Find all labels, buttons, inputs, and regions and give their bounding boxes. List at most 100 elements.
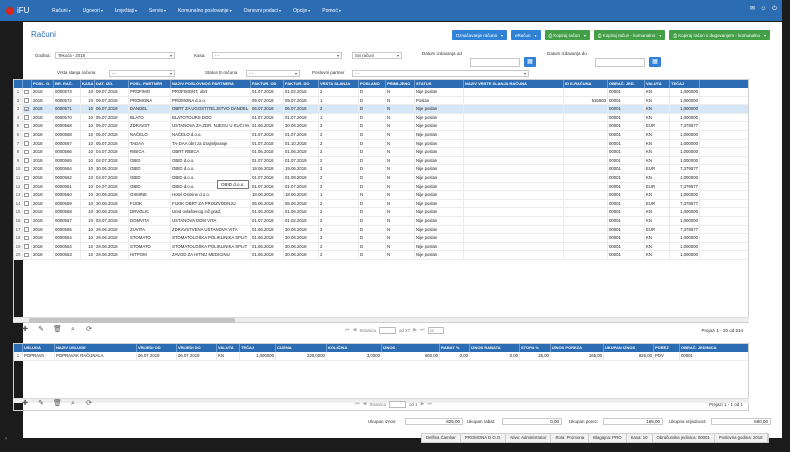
row-checkbox[interactable]: [23, 208, 32, 216]
delete-icon[interactable]: 🗑: [53, 326, 62, 334]
invoices-grid-hscroll[interactable]: [13, 317, 749, 323]
column-header[interactable]: VRIJEDI DO: [177, 344, 217, 352]
row-checkbox[interactable]: [23, 156, 32, 165]
column-header[interactable]: VALUTA: [645, 80, 670, 88]
column-header[interactable]: PRIMLJENO: [386, 80, 415, 88]
page-number-input[interactable]: [388, 400, 406, 408]
table-row[interactable]: 19 2018 0000554 10 29.06.2018 STOMATO STOMATOL…: [14, 242, 748, 252]
table-row[interactable]: 8 2018 0000566 10 04.07.2018 RIBICA OBRT RIBIC…: [14, 148, 748, 157]
column-header[interactable]: KOLIČINA: [327, 344, 382, 352]
first-page-icon[interactable]: ⏮: [355, 401, 360, 407]
delete-icon[interactable]: 🗑: [53, 400, 62, 408]
first-page-icon[interactable]: ⏮: [345, 327, 350, 333]
row-checkbox[interactable]: ✔: [23, 105, 32, 113]
column-header[interactable]: VALUTA: [217, 344, 240, 352]
column-header[interactable]: NAZIV POSLOVNOG PARTNERA: [171, 80, 251, 88]
column-header[interactable]: POSL. G.: [32, 80, 54, 88]
einvoice-status-select[interactable]: - -: [246, 70, 300, 77]
copy-invoice-communal-button[interactable]: ⎙ Kopiraj račun - komunalno ▾: [593, 30, 666, 40]
nav-item-3[interactable]: Servis: [143, 0, 172, 21]
row-checkbox[interactable]: [23, 165, 32, 173]
page-size-select[interactable]: 20: [427, 326, 444, 334]
table-row[interactable]: 7 2018 0000567 10 05.07.2018 TADAA TA-DAA obrt…: [14, 139, 748, 149]
table-row[interactable]: 2 2018 0000572 10 09.07.2018 PROMONA PROMONA d…: [14, 96, 748, 106]
column-header[interactable]: VRSTA SLANJA: [319, 80, 359, 88]
column-header[interactable]: TEČAJ: [240, 344, 276, 352]
column-header[interactable]: IZNOS RABATA: [470, 344, 520, 352]
scroll-thumb[interactable]: [29, 318, 235, 323]
partner-select[interactable]: - -: [352, 70, 529, 77]
column-header[interactable]: RABAT %: [440, 344, 470, 352]
notification-icon[interactable]: ✉: [749, 6, 756, 13]
column-header[interactable]: STATUS: [415, 80, 464, 88]
table-row[interactable]: 18 2018 0000554 10 29.06.2018 STOMATO STOMATOL…: [14, 234, 748, 243]
column-header[interactable]: ID E-RAČUNA: [564, 80, 608, 88]
table-row[interactable]: 1 2018 0000573 10 09.07.2018 PROFIMO PROFIMONT…: [14, 88, 748, 97]
nav-item-4[interactable]: Komunalno poslovanje: [172, 0, 238, 21]
calendar-icon-to[interactable]: ▦: [649, 57, 661, 67]
date-to-input[interactable]: [595, 58, 645, 67]
column-header[interactable]: DAT. IZD.: [95, 80, 129, 88]
column-header[interactable]: VRIJEDI OD: [137, 344, 177, 352]
column-header[interactable]: [14, 80, 23, 88]
column-header[interactable]: KASA: [81, 80, 95, 88]
page-number-input[interactable]: [378, 326, 396, 334]
row-checkbox[interactable]: [23, 96, 32, 105]
calendar-icon-from[interactable]: ▦: [524, 57, 536, 67]
table-row[interactable]: 5 2018 0000568 10 05.07.2018 ZDRAVST USTANOVA …: [14, 122, 748, 131]
refresh-icon[interactable]: ⟳: [85, 326, 93, 334]
column-header[interactable]: BR. RAČ.: [54, 80, 81, 88]
table-row[interactable]: 15 2018 0000558 10 30.06.2018 DRVOLIC Ured ovl…: [14, 208, 748, 217]
power-icon[interactable]: ⏻: [771, 6, 778, 13]
einvoice-button[interactable]: eRačun ▾: [511, 30, 541, 40]
column-header[interactable]: [14, 344, 23, 352]
next-page-icon[interactable]: ▶: [413, 327, 417, 333]
column-header[interactable]: OBRAČ. JED.: [608, 80, 645, 88]
nav-item-6[interactable]: Opcije: [287, 0, 316, 21]
nav-item-0[interactable]: Računi: [46, 0, 77, 21]
column-header[interactable]: CIJENA: [276, 344, 327, 352]
nav-item-5[interactable]: Osnovni podaci: [238, 0, 287, 21]
invoice-scope-select[interactable]: Svi računi: [352, 52, 402, 59]
column-header[interactable]: TEČAJ: [670, 80, 700, 88]
year-select[interactable]: Tekuća - 2018: [55, 52, 175, 59]
column-header[interactable]: OBRAČ. JEDINICA: [680, 344, 748, 352]
column-header[interactable]: POSL. PARTNER: [129, 80, 171, 88]
prev-page-icon[interactable]: ◀: [353, 327, 357, 333]
add-icon[interactable]: ✚: [21, 400, 29, 408]
column-header[interactable]: NAZIV VRSTE SLANJA RAČUNA: [464, 80, 564, 88]
row-checkbox[interactable]: [23, 122, 32, 130]
row-checkbox[interactable]: [23, 234, 32, 242]
table-row[interactable]: 10 2018 0000564 10 30.06.2018 OBID OBID d.o.o.…: [14, 165, 748, 174]
row-checkbox[interactable]: [23, 113, 32, 122]
column-header[interactable]: FAKTUR. OD: [251, 80, 284, 88]
prev-page-icon[interactable]: ◀: [363, 401, 367, 407]
row-checkbox[interactable]: [23, 191, 32, 199]
copy-invoice-button[interactable]: ⎙ Kopiraj račun ▾: [544, 30, 590, 40]
column-header[interactable]: USLUGA: [23, 344, 55, 352]
table-row[interactable]: 14 2018 0000559 10 30.06.2018 FIJOK FIJOK OBRT…: [14, 199, 748, 209]
column-header[interactable]: FAKTUR. DO: [284, 80, 319, 88]
column-header[interactable]: UKUPAN IZNOS: [604, 344, 654, 352]
column-header[interactable]: STOPA %: [520, 344, 551, 352]
add-icon[interactable]: ✚: [21, 326, 29, 334]
nav-item-7[interactable]: Pomoć: [316, 0, 347, 21]
row-checkbox[interactable]: [23, 251, 32, 259]
row-checkbox[interactable]: [23, 199, 32, 208]
last-page-icon[interactable]: ⏭: [420, 327, 425, 333]
nav-item-1[interactable]: Ugovori: [77, 0, 109, 21]
row-checkbox[interactable]: [23, 88, 32, 96]
row-checkbox[interactable]: [23, 182, 32, 191]
table-row[interactable]: 4 2018 0000570 10 05.07.2018 BLATO BLATOTOURS …: [14, 113, 748, 123]
search-icon[interactable]: ⌕: [69, 326, 77, 334]
copy-invoice-debt-button[interactable]: ⎙ Kopiraj račun s dugovanjem - komunalno…: [669, 30, 770, 40]
date-from-input[interactable]: [470, 58, 520, 67]
mark-invoices-button[interactable]: Označavanje računa ▾: [451, 30, 507, 40]
table-row[interactable]: 11 2018 0000562 10 04.07.2018 OBID OBID d.o.o.…: [14, 173, 748, 183]
column-header[interactable]: NAZIV USLUGE: [55, 344, 137, 352]
table-row[interactable]: 9 2018 0000565 10 04.07.2018 OBID OBID d.o.o. 0…: [14, 156, 748, 166]
sending-type-select[interactable]: - -: [109, 70, 175, 77]
nav-item-2[interactable]: Izvještaji: [109, 0, 143, 21]
table-row[interactable]: 3 ✔ 2018 0000571 10 06.07.2018 DANDEL OBRT ZA U…: [14, 105, 748, 114]
column-header[interactable]: IZNOS POREZA: [551, 344, 604, 352]
